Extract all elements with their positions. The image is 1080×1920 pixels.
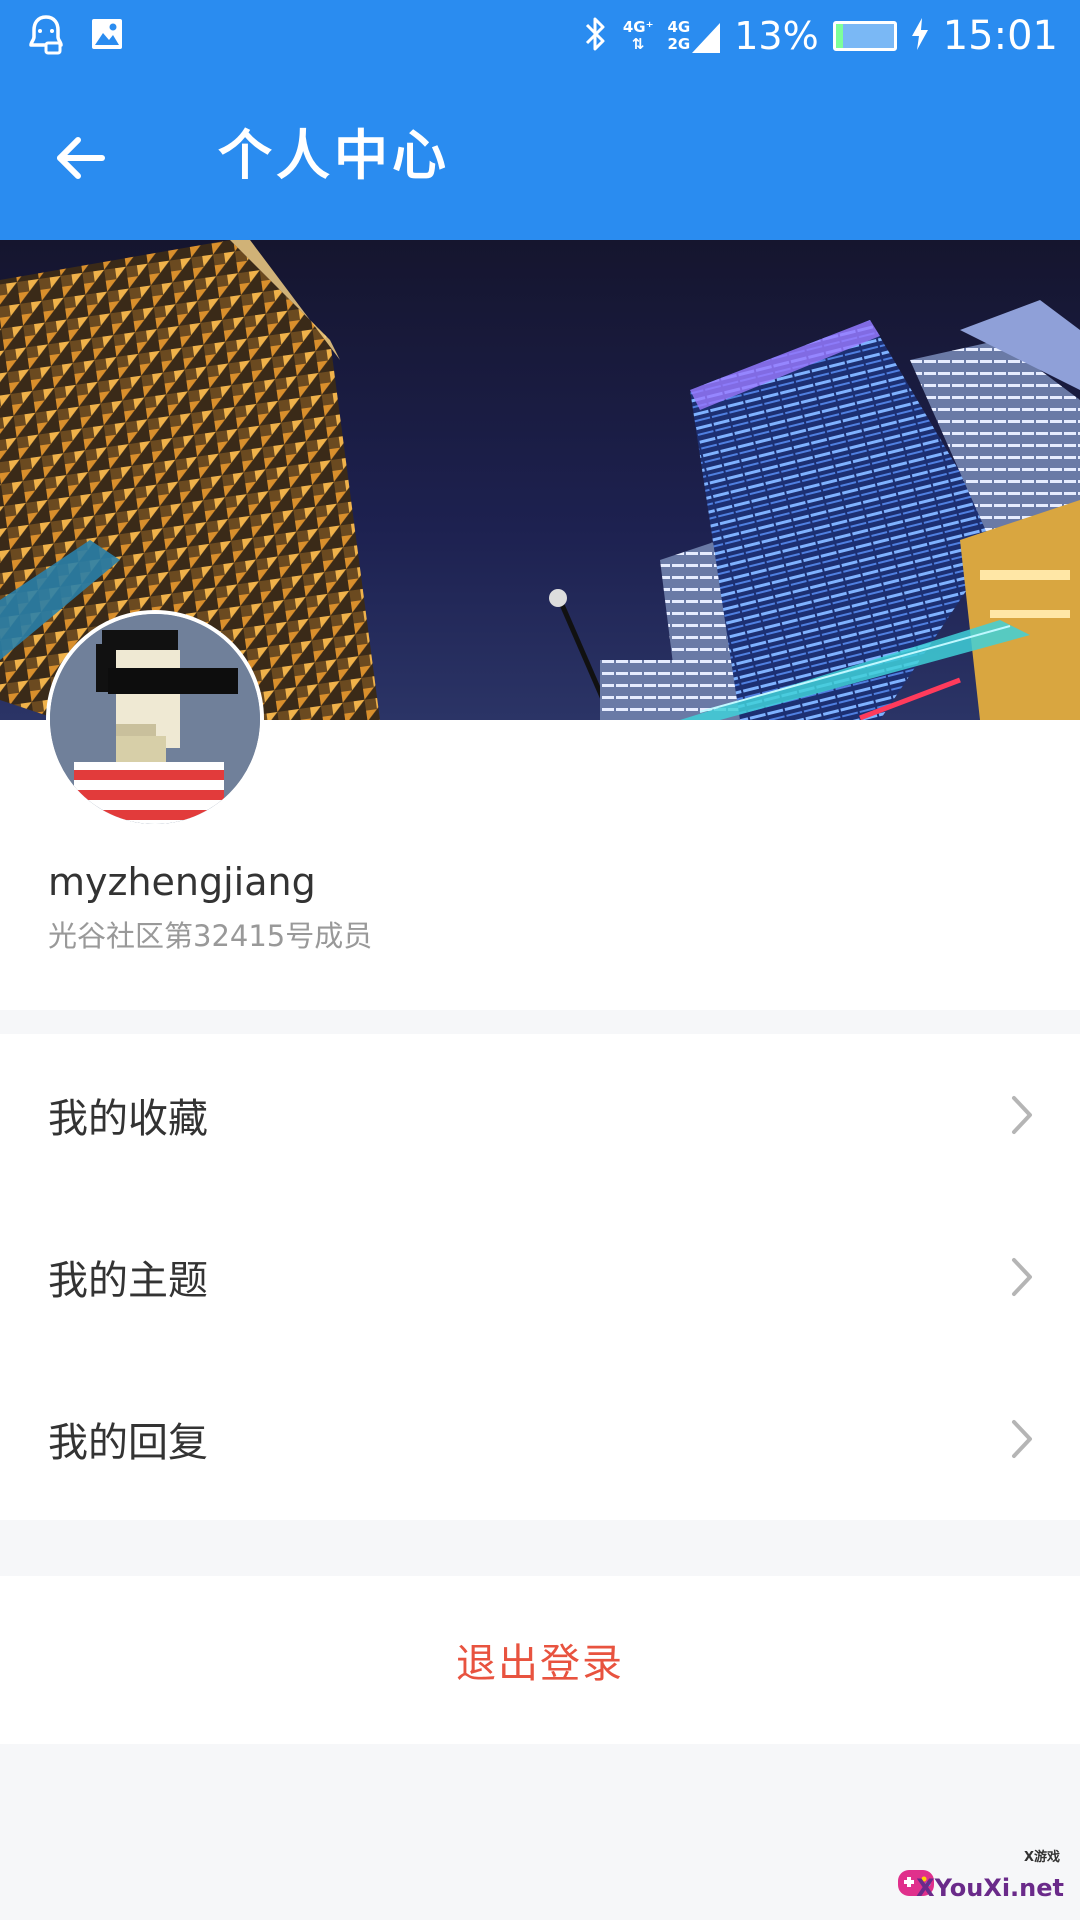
logout-button[interactable]: 退出登录	[0, 1576, 1080, 1744]
menu-item-topics[interactable]: 我的主题	[0, 1196, 1080, 1358]
watermark-main-text: XYouXi.net	[916, 1874, 1064, 1902]
menu-list: 我的收藏 我的主题 我的回复	[0, 1034, 1080, 1520]
bluetooth-icon	[583, 14, 609, 58]
menu-item-label: 我的收藏	[48, 1096, 208, 1142]
network-type-3: 2G	[667, 35, 691, 53]
menu-item-favorites[interactable]: 我的收藏	[0, 1034, 1080, 1196]
status-bar: 4G⁺ ⇅ 4G 2G 13% 15:01	[0, 0, 1080, 72]
battery-percent: 13%	[734, 14, 819, 58]
menu-item-label: 我的回复	[48, 1420, 208, 1466]
network-activity: ⇅	[631, 35, 645, 53]
app-notification-icon	[26, 13, 66, 59]
member-label: 光谷社区第32415号成员	[48, 919, 373, 953]
image-icon	[90, 17, 124, 55]
menu-item-replies[interactable]: 我的回复	[0, 1358, 1080, 1520]
battery-level	[835, 24, 844, 48]
signal-strength-icon	[692, 23, 721, 53]
arrow-left-icon	[57, 137, 105, 179]
chevron-right-icon	[1012, 1420, 1032, 1458]
page-title: 个人中心	[218, 124, 450, 187]
status-time: 15:01	[942, 13, 1058, 59]
chevron-right-icon	[1012, 1258, 1032, 1296]
avatar[interactable]	[46, 610, 264, 828]
status-bar-left	[26, 14, 124, 58]
chevron-right-icon	[1012, 1096, 1032, 1134]
signal-4g-2g-icon: 4G 2G	[668, 19, 721, 53]
logout-label: 退出登录	[456, 1641, 624, 1687]
network-type-1: 4G⁺	[622, 18, 654, 36]
network-type-2: 4G	[667, 18, 691, 36]
charging-icon	[911, 18, 929, 54]
username: myzhengjiang	[48, 860, 316, 904]
toolbar: 个人中心	[0, 100, 1080, 212]
site-watermark: X游戏 XYouXi.net	[894, 1846, 1070, 1908]
app-bar: 4G⁺ ⇅ 4G 2G 13% 15:01 个人中心	[0, 0, 1080, 240]
status-bar-right: 4G⁺ ⇅ 4G 2G 13% 15:01	[583, 10, 1058, 62]
pixel-avatar-sunglasses	[50, 614, 260, 824]
signal-4g-icon: 4G⁺ ⇅	[623, 19, 654, 53]
menu-item-label: 我的主题	[48, 1258, 208, 1304]
battery-icon	[832, 21, 897, 51]
back-button[interactable]	[48, 126, 112, 190]
watermark-small-text: X游戏	[1023, 1850, 1060, 1865]
